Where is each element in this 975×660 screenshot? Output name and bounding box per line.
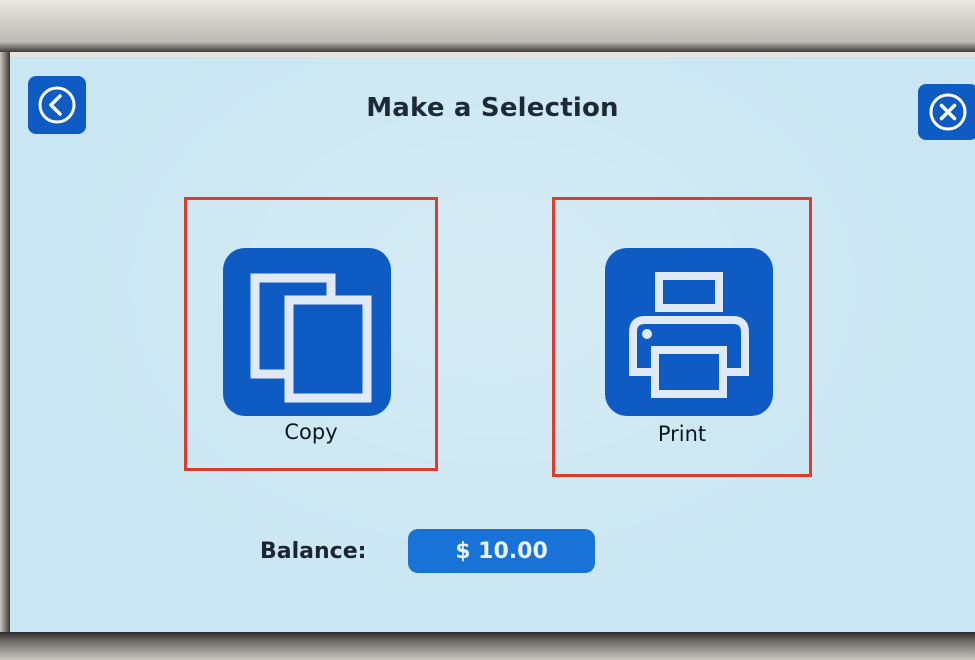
print-tile xyxy=(605,248,773,416)
close-circle-icon xyxy=(929,93,967,131)
copy-icon xyxy=(250,273,372,403)
copy-tile xyxy=(223,248,391,416)
balance-value: $ 10.00 xyxy=(408,529,595,573)
page-title: Make a Selection xyxy=(366,93,619,123)
device-bezel-left xyxy=(0,52,10,632)
print-label: Print xyxy=(657,422,707,446)
balance-label: Balance: xyxy=(260,539,367,564)
copy-option-button[interactable]: Copy xyxy=(184,197,438,471)
device-frame: Make a Selection Copy Print Balance: $ 1… xyxy=(0,0,975,660)
print-option-button[interactable]: Print xyxy=(552,197,812,477)
close-button[interactable] xyxy=(918,84,975,140)
device-bezel-top xyxy=(0,0,975,52)
touch-screen: Make a Selection Copy Print Balance: $ 1… xyxy=(10,57,975,632)
printer-icon xyxy=(629,272,749,398)
copy-label: Copy xyxy=(284,420,338,444)
device-bezel-bottom xyxy=(0,632,975,660)
